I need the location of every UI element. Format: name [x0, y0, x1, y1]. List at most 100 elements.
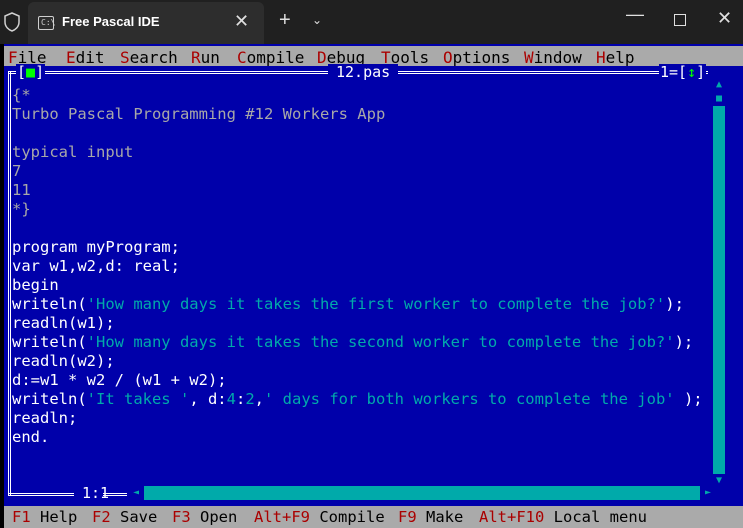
- code-line[interactable]: begin: [12, 276, 712, 295]
- code-text: readln(w2);: [12, 352, 115, 370]
- horizontal-scrollbar[interactable]: ◄ ►: [128, 486, 716, 500]
- status-item-save[interactable]: F2 Save: [92, 508, 157, 527]
- status-item-local-menu[interactable]: Alt+F10 Local menu: [479, 508, 647, 527]
- code-line[interactable]: typical input: [12, 143, 712, 162]
- menu-item-window[interactable]: Window: [524, 48, 582, 67]
- terminal-tab[interactable]: C:\ Free Pascal IDE ✕: [28, 2, 264, 44]
- status-key: F1: [12, 508, 31, 526]
- code-text: Turbo Pascal Programming #12 Workers App: [12, 105, 386, 123]
- status-label: Save: [110, 508, 158, 526]
- menu-hotkey: R: [191, 48, 201, 67]
- status-item-open[interactable]: F3 Open: [172, 508, 237, 527]
- code-line[interactable]: var w1,w2,d: real;: [12, 257, 712, 276]
- menu-hotkey: E: [66, 48, 76, 67]
- close-box-icon[interactable]: ■: [26, 63, 35, 81]
- menu-item-help[interactable]: Help: [596, 48, 635, 67]
- code-token: ,: [254, 390, 265, 408]
- menu-label: ptions: [452, 48, 511, 67]
- code-line[interactable]: program myProgram;: [12, 238, 712, 257]
- code-line[interactable]: 7: [12, 162, 712, 181]
- status-key: Alt+F9: [254, 508, 310, 526]
- scroll-left-icon[interactable]: ◄: [128, 486, 144, 500]
- code-text: *}: [12, 200, 31, 218]
- status-label: Open: [190, 508, 238, 526]
- code-line[interactable]: writeln('How many days it takes the firs…: [12, 295, 712, 314]
- menu-hotkey: O: [443, 48, 453, 67]
- code-line[interactable]: d:=w1 * w2 / (w1 + w2);: [12, 371, 712, 390]
- shield-icon: [4, 12, 20, 32]
- editor-filename: 12.pas: [328, 64, 399, 81]
- editor-window[interactable]: [■] 12.pas 1=[↕] {* Turbo Pascal Programm…: [4, 63, 743, 506]
- status-item-compile[interactable]: Alt+F9 Compile: [254, 508, 385, 527]
- code-line[interactable]: [12, 124, 712, 143]
- maximize-button[interactable]: [674, 14, 686, 26]
- code-token: );: [665, 295, 684, 313]
- new-tab-button[interactable]: +: [279, 9, 291, 32]
- code-text: 11: [12, 181, 31, 199]
- status-key: F2: [92, 508, 111, 526]
- code-token: :: [235, 390, 246, 408]
- menu-label: indow: [533, 48, 582, 67]
- menu-item-run[interactable]: Run: [191, 48, 220, 67]
- menu-hotkey: S: [120, 48, 130, 67]
- code-line[interactable]: writeln('It takes ', d:4:2,' days for bo…: [12, 390, 712, 409]
- zoom-icon[interactable]: ↕: [687, 63, 696, 81]
- code-line[interactable]: readln(w2);: [12, 352, 712, 371]
- status-label: Make: [416, 508, 464, 526]
- menu-hotkey: D: [317, 48, 327, 67]
- code-text: readln;: [12, 409, 78, 427]
- window-number[interactable]: 1=[↕]: [659, 63, 707, 81]
- code-line[interactable]: end.: [12, 428, 712, 447]
- code-line[interactable]: Turbo Pascal Programming #12 Workers App: [12, 105, 712, 124]
- close-window-button[interactable]: ✕: [717, 8, 732, 29]
- code-token: 'It takes ': [86, 390, 190, 408]
- code-line[interactable]: *}: [12, 200, 712, 219]
- code-token: writeln(: [12, 333, 87, 351]
- code-text: d:=w1 * w2 / (w1 + w2);: [12, 371, 227, 389]
- status-item-help[interactable]: F1 Help: [12, 508, 77, 527]
- minimize-button[interactable]: —: [626, 4, 644, 25]
- menu-item-compile[interactable]: Compile: [237, 48, 304, 67]
- menu-item-options[interactable]: Options: [443, 48, 510, 67]
- status-key: F9: [398, 508, 417, 526]
- scroll-thumb[interactable]: ■: [713, 92, 725, 106]
- code-text: readln(w1);: [12, 314, 115, 332]
- code-line[interactable]: writeln('How many days it takes the seco…: [12, 333, 712, 352]
- code-token: 'How many days it takes the second worke…: [86, 333, 675, 351]
- menu-label: un: [200, 48, 220, 67]
- terminal-icon: C:\: [38, 16, 55, 30]
- code-token: 2: [245, 390, 255, 408]
- chevron-down-icon[interactable]: ⌄: [312, 13, 322, 27]
- menu-label: dit: [75, 48, 105, 67]
- menu-label: earch: [129, 48, 178, 67]
- scroll-right-icon[interactable]: ►: [700, 486, 716, 500]
- code-token: );: [674, 333, 694, 351]
- frame-left: [8, 71, 11, 495]
- code-text: typical input: [12, 143, 134, 161]
- code-token: );: [674, 390, 703, 408]
- vertical-scrollbar[interactable]: ▲ ■ ▼: [713, 78, 725, 488]
- status-key: Alt+F10: [479, 508, 545, 526]
- menu-item-search[interactable]: Search: [120, 48, 178, 67]
- code-line[interactable]: readln(w1);: [12, 314, 712, 333]
- status-label: Help: [30, 508, 78, 526]
- scroll-up-icon[interactable]: ▲: [713, 78, 725, 92]
- menu-item-edit[interactable]: Edit: [66, 48, 105, 67]
- code-text: {*: [12, 86, 31, 104]
- code-line[interactable]: [12, 219, 712, 238]
- status-bar: F1 Help F2 Save F3 Open Alt+F9 Compile F9 Ma…: [4, 506, 743, 528]
- code-text: program myProgram;: [12, 238, 180, 256]
- tab-close-icon[interactable]: ✕: [234, 11, 249, 32]
- window-titlebar: C:\ Free Pascal IDE ✕ + ⌄ — ✕: [0, 0, 743, 44]
- menu-hotkey: H: [596, 48, 606, 67]
- code-line[interactable]: {*: [12, 86, 712, 105]
- code-token: 4: [226, 390, 236, 408]
- code-text: end.: [12, 428, 50, 446]
- menu-label: ompile: [246, 48, 305, 67]
- status-item-make[interactable]: F9 Make: [398, 508, 463, 527]
- close-box[interactable]: [■]: [16, 63, 46, 81]
- code-line[interactable]: 11: [12, 181, 712, 200]
- code-line[interactable]: readln;: [12, 409, 712, 428]
- code-area[interactable]: {* Turbo Pascal Programming #12 Workers A…: [12, 86, 712, 447]
- code-text: 7: [12, 162, 22, 180]
